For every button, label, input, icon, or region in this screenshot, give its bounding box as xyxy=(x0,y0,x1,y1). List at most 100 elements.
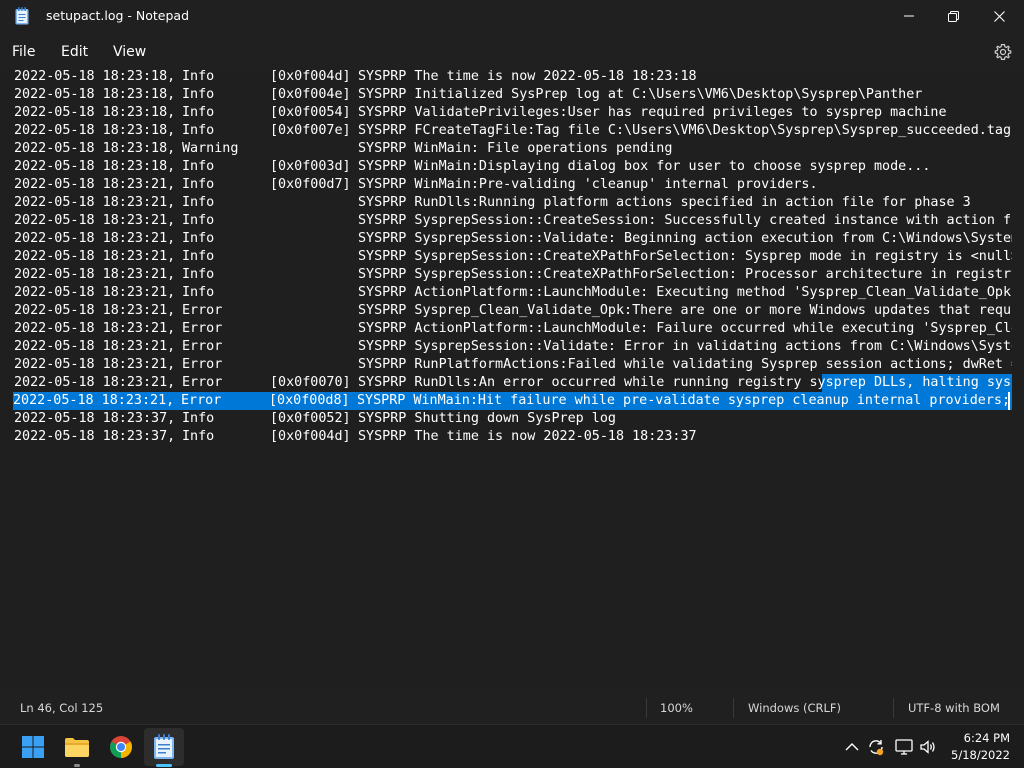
text-editor[interactable]: 2022-05-18 18:23:18, Info [0x0f004d] SYSPRP… xyxy=(0,70,1012,690)
log-line: 2022-05-18 18:23:18, Info [0x0f0054] SYSPRP… xyxy=(14,104,1012,122)
network-monitor-icon[interactable] xyxy=(894,737,914,757)
log-message: SYSPRP Sysprep_Clean_Validate_Opk:There … xyxy=(358,303,1012,318)
menu-file[interactable]: File xyxy=(12,44,35,60)
log-date: 2022-05-18 18:23:37, xyxy=(14,411,176,426)
taskbar: 6:24 PM 5/18/2022 xyxy=(0,724,1024,768)
log-message: SYSPRP WinMain:Displaying dialog box for… xyxy=(358,159,931,174)
log-date: 2022-05-18 18:23:21, xyxy=(14,285,176,300)
vertical-scrollbar[interactable] xyxy=(1012,70,1024,690)
log-code: [0x0f00d8] xyxy=(269,393,350,408)
text-caret xyxy=(1008,392,1010,410)
log-message: SYSPRP Shutting down SysPrep log xyxy=(358,411,616,426)
log-code: [0x0f0054] xyxy=(270,105,351,120)
log-line: 2022-05-18 18:23:37, Info [0x0f004d] SYSPRP… xyxy=(14,428,1012,446)
menu-view[interactable]: View xyxy=(113,44,146,60)
log-date: 2022-05-18 18:23:21, xyxy=(14,321,176,336)
status-separator xyxy=(733,698,734,718)
log-message: SYSPRP SysprepSession::CreateSession: Su… xyxy=(358,213,1012,228)
log-date: 2022-05-18 18:23:21, xyxy=(14,231,176,246)
volume-icon[interactable] xyxy=(918,737,938,757)
log-message: SYSPRP SysprepSession::CreateXPathForSel… xyxy=(358,249,1012,264)
log-date: 2022-05-18 18:23:21, xyxy=(14,177,176,192)
log-level: Error xyxy=(182,303,223,318)
close-button[interactable] xyxy=(976,0,1022,32)
chrome-icon xyxy=(110,736,132,758)
log-line: 2022-05-18 18:23:21, Info SYSPRP SysprepSe… xyxy=(14,248,1012,266)
log-code: [0x0f003d] xyxy=(270,159,351,174)
log-line: 2022-05-18 18:23:18, Warning SYSPRP WinMai… xyxy=(14,140,1012,158)
log-message: SYSPRP RunPlatformActions:Failed while v… xyxy=(358,357,1012,372)
log-message: SYSPRP WinMain:Hit failure while pre-val… xyxy=(357,393,1012,408)
notepad-taskbar-button[interactable] xyxy=(149,732,179,762)
log-date: 2022-05-18 18:23:18, xyxy=(14,87,176,102)
status-separator xyxy=(893,698,894,718)
log-level: Info xyxy=(182,87,215,102)
zoom-level: 100% xyxy=(660,701,693,715)
chevron-up-icon[interactable] xyxy=(842,737,862,757)
log-message: SYSPRP The time is now 2022-05-18 18:23:… xyxy=(358,429,697,444)
log-code: [0x0f0070] xyxy=(270,375,351,390)
log-message: SYSPRP SysprepSession::CreateXPathForSel… xyxy=(358,267,1012,282)
log-line: 2022-05-18 18:23:18, Info [0x0f003d] SYSPRP… xyxy=(14,158,1012,176)
log-date: 2022-05-18 18:23:18, xyxy=(14,70,176,84)
log-date: 2022-05-18 18:23:21, xyxy=(14,195,176,210)
settings-gear-icon[interactable] xyxy=(994,43,1012,61)
notepad-icon xyxy=(154,734,174,759)
clock-time[interactable]: 6:24 PM xyxy=(946,731,1010,745)
log-level: Error xyxy=(182,339,223,354)
log-line: 2022-05-18 18:23:21, Info SYSPRP SysprepSe… xyxy=(14,266,1012,284)
log-message: SYSPRP Initialized SysPrep log at C:\Use… xyxy=(358,87,923,102)
minimize-icon xyxy=(904,15,914,17)
start-button[interactable] xyxy=(18,732,48,762)
log-date: 2022-05-18 18:23:21, xyxy=(14,249,176,264)
log-line: 2022-05-18 18:23:18, Info [0x0f004d] SYSPRP… xyxy=(14,70,1012,86)
log-message: SYSPRP WinMain:Pre-validing 'cleanup' in… xyxy=(358,177,818,192)
log-code: [0x0f0052] xyxy=(270,411,351,426)
log-level: Info xyxy=(182,105,215,120)
log-message: SYSPRP ActionPlatform::LaunchModule: Fai… xyxy=(358,321,1012,336)
log-code: [0x0f004d] xyxy=(270,70,351,84)
log-level: Info xyxy=(182,177,215,192)
log-level: Info xyxy=(182,429,215,444)
log-level: Info xyxy=(182,123,215,138)
log-date: 2022-05-18 18:23:21, xyxy=(14,357,176,372)
log-line: 2022-05-18 18:23:21, Error SYSPRP ActionPl… xyxy=(14,320,1012,338)
line-ending: Windows (CRLF) xyxy=(748,701,842,715)
log-message: SYSPRP The time is now 2022-05-18 18:23:… xyxy=(358,70,697,84)
clock-date[interactable]: 5/18/2022 xyxy=(946,748,1010,762)
log-line: 2022-05-18 18:23:21, Info SYSPRP RunDlls:R… xyxy=(14,194,1012,212)
log-message: SYSPRP ActionPlatform::LaunchModule: Exe… xyxy=(358,285,1012,300)
log-date: 2022-05-18 18:23:21, xyxy=(14,303,176,318)
log-level: Error xyxy=(182,321,223,336)
log-line: 2022-05-18 18:23:18, Info [0x0f007e] SYSPRP… xyxy=(14,122,1012,140)
log-level: Info xyxy=(182,411,215,426)
log-line: 2022-05-18 18:23:21, Info SYSPRP SysprepSe… xyxy=(14,212,1012,230)
log-level: Error xyxy=(181,393,222,408)
log-message: SYSPRP ValidatePrivileges:User has requi… xyxy=(358,105,947,120)
maximize-button[interactable] xyxy=(930,0,976,32)
sync-icon[interactable] xyxy=(866,737,886,757)
log-message: SYSPRP WinMain: File operations pending xyxy=(358,141,673,156)
log-date: 2022-05-18 18:23:21, xyxy=(14,213,176,228)
log-date: 2022-05-18 18:23:18, xyxy=(14,123,176,138)
file-explorer-button[interactable] xyxy=(62,732,92,762)
log-level: Error xyxy=(182,357,223,372)
menu-edit[interactable]: Edit xyxy=(61,44,88,60)
log-level: Warning xyxy=(182,141,239,156)
chrome-button[interactable] xyxy=(106,732,136,762)
running-indicator xyxy=(74,764,80,767)
log-code: [0x0f007e] xyxy=(270,123,351,138)
minimize-button[interactable] xyxy=(886,0,932,32)
log-level: Info xyxy=(182,159,215,174)
notepad-app-icon xyxy=(15,7,29,25)
log-date: 2022-05-18 18:23:21, xyxy=(14,339,176,354)
log-message: SYSPRP SysprepSession::Validate: Beginni… xyxy=(358,231,1012,246)
log-level: Info xyxy=(182,285,215,300)
log-line: 2022-05-18 18:23:21, Error [0x0f0070] SYSPR… xyxy=(14,374,1012,392)
log-level: Error xyxy=(182,375,223,390)
log-lines: 2022-05-18 18:23:18, Info [0x0f004d] SYSPRP… xyxy=(13,70,1012,446)
log-message: SYSPRP RunDlls:Running platform actions … xyxy=(358,195,971,210)
log-code: [0x0f00d7] xyxy=(270,177,351,192)
log-message: SYSPRP RunDlls:An error occurred while r… xyxy=(358,375,1012,390)
log-line: 2022-05-18 18:23:18, Info [0x0f004e] SYSPRP… xyxy=(14,86,1012,104)
